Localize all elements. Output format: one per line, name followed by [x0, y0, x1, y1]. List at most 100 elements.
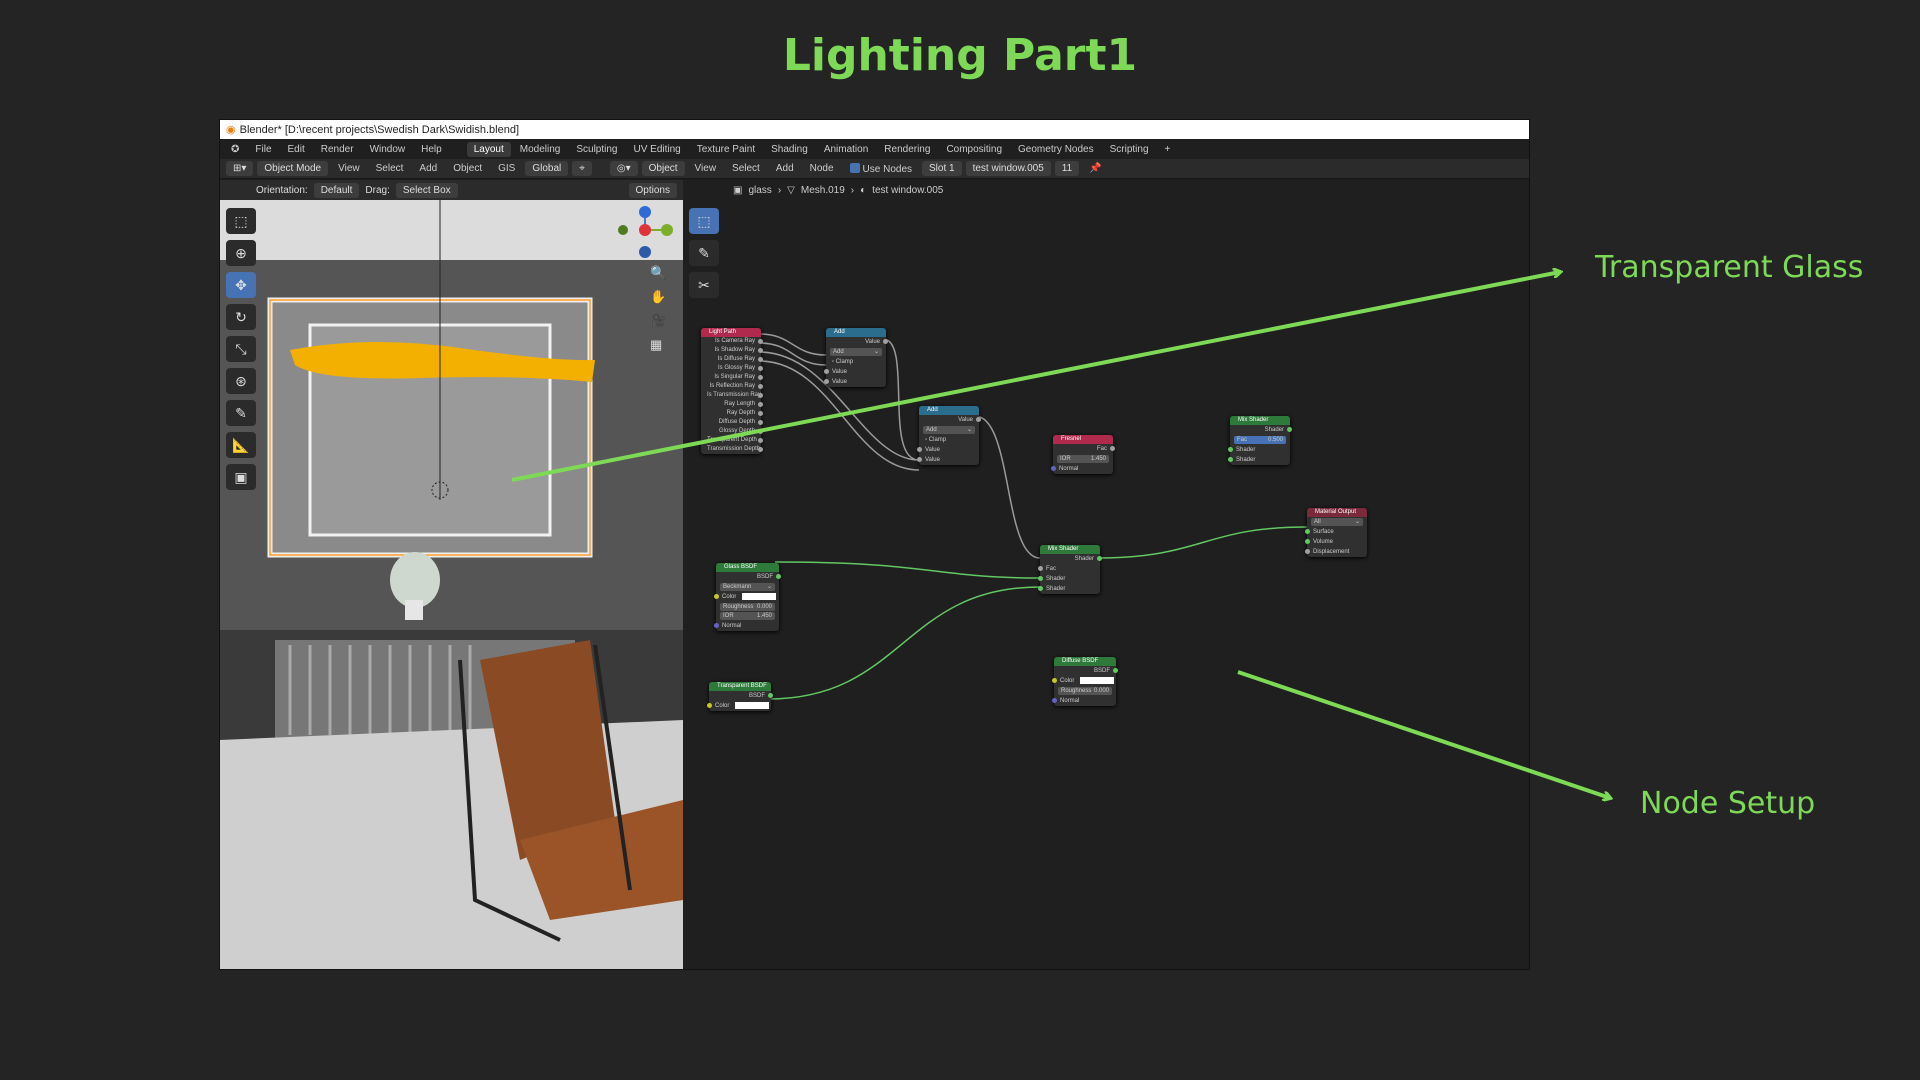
node-add-1[interactable]: Add Value Add ⌄ ▫ Clamp Value Value — [824, 328, 888, 387]
node-output: Value — [826, 337, 888, 347]
color-input[interactable]: Color — [707, 701, 771, 711]
node-transparent-bsdf[interactable]: Transparent BSDF BSDF Color — [707, 682, 773, 711]
node-input: Value — [824, 367, 886, 377]
target-dropdown[interactable]: All ⌄ — [1311, 518, 1363, 526]
editor-header-bar: ⊞▾ Object Mode View Select Add Object GI… — [220, 159, 1529, 179]
node-menu-select[interactable]: Select — [726, 161, 766, 176]
select-box-icon[interactable]: ⬚ — [226, 208, 256, 234]
node-mix-shader-main[interactable]: Mix Shader Shader Fac Shader Shader — [1038, 545, 1102, 594]
pin-icon[interactable]: 📌 — [1083, 161, 1107, 176]
menu-render[interactable]: Render — [314, 142, 361, 157]
tab-layout[interactable]: Layout — [466, 141, 511, 157]
shader-node-editor[interactable]: ▣ glass › ▽ Mesh.019 › ◐ test window.005… — [683, 180, 1529, 969]
viewport-perspective-label: User Perspective — [276, 209, 353, 220]
node-input: Fac — [1038, 564, 1100, 574]
viewport-menu-gis[interactable]: GIS — [492, 161, 521, 176]
slot-dropdown[interactable]: Slot 1 — [922, 161, 962, 176]
transform-orientation-dropdown[interactable]: Global — [525, 161, 569, 176]
clamp-checkbox[interactable]: ▫ Clamp — [919, 435, 979, 445]
add-workspace-icon[interactable]: + — [1158, 142, 1178, 157]
viewport-menu-view[interactable]: View — [332, 161, 366, 176]
menu-help[interactable]: Help — [414, 142, 449, 157]
tab-texture-paint[interactable]: Texture Paint — [690, 142, 762, 157]
scale-icon[interactable]: ⤡ — [226, 336, 256, 362]
color-input[interactable]: Color — [1052, 676, 1116, 686]
roughness-field[interactable]: Roughness 0.000 — [720, 603, 775, 611]
node-output: Diffuse Depth — [701, 418, 763, 427]
orientation-dropdown[interactable]: Default — [313, 182, 360, 198]
menu-window[interactable]: Window — [363, 142, 413, 157]
viewport-menu-select[interactable]: Select — [370, 161, 410, 176]
editor-type-icon[interactable]: ⊞▾ — [226, 161, 254, 176]
move-icon[interactable]: ✥ — [226, 272, 256, 298]
viewport-render — [220, 200, 683, 969]
snap-icon[interactable]: ⌖ — [572, 161, 592, 176]
use-nodes-checkbox[interactable]: Use Nodes — [844, 161, 918, 177]
blender-menu-icon[interactable]: ✪ — [224, 142, 246, 157]
tab-uv-editing[interactable]: UV Editing — [626, 142, 687, 157]
tab-compositing[interactable]: Compositing — [939, 142, 1009, 157]
viewport-menu-object[interactable]: Object — [447, 161, 488, 176]
node-input: Value — [917, 445, 979, 455]
node-menu-node[interactable]: Node — [804, 161, 840, 176]
cursor-icon[interactable]: ⊕ — [226, 240, 256, 266]
annotate-icon[interactable]: ✎ — [226, 400, 256, 426]
options-dropdown[interactable]: Options — [628, 182, 677, 198]
node-material-output[interactable]: Material Output All ⌄ Surface Volume Disp… — [1305, 508, 1367, 557]
distribution-dropdown[interactable]: Beckmann ⌄ — [720, 583, 775, 591]
rotate-icon[interactable]: ↻ — [226, 304, 256, 330]
tab-shading[interactable]: Shading — [764, 142, 815, 157]
clamp-checkbox[interactable]: ▫ Clamp — [826, 357, 886, 367]
ior-field[interactable]: IOR 1.450 — [1057, 455, 1109, 463]
node-output: BSDF — [716, 572, 781, 582]
operation-dropdown[interactable]: Add ⌄ — [830, 348, 882, 356]
operation-dropdown[interactable]: Add ⌄ — [923, 426, 975, 434]
menu-edit[interactable]: Edit — [281, 142, 312, 157]
zoom-icon[interactable]: 🔍 — [650, 265, 666, 281]
node-diffuse-bsdf[interactable]: Diffuse BSDF BSDF Color Roughness 0.000 N… — [1052, 657, 1118, 706]
tab-geometry-nodes[interactable]: Geometry Nodes — [1011, 142, 1101, 157]
object-mode-dropdown[interactable]: Object Mode — [257, 161, 329, 176]
node-fresnel[interactable]: Fresnel Fac IOR 1.450 Normal — [1051, 435, 1115, 474]
node-output: Is Camera Ray — [701, 337, 763, 346]
color-input[interactable]: Color — [714, 592, 779, 602]
3d-viewport[interactable]: Orientation: Default Drag: Select Box Op… — [220, 180, 683, 969]
tab-scripting[interactable]: Scripting — [1103, 142, 1156, 157]
fac-field[interactable]: Fac 0.500 — [1234, 436, 1286, 444]
material-users-count[interactable]: 11 — [1054, 161, 1080, 176]
viewport-menu-add[interactable]: Add — [413, 161, 443, 176]
node-header: Light Path — [701, 328, 761, 337]
tab-modeling[interactable]: Modeling — [513, 142, 568, 157]
node-header: Add — [919, 406, 979, 415]
ior-field[interactable]: IOR 1.450 — [720, 612, 775, 620]
node-mix-shader-top[interactable]: Mix Shader Shader Fac 0.500 Shader Shader — [1228, 416, 1292, 465]
node-links — [758, 333, 1308, 700]
tab-animation[interactable]: Animation — [817, 142, 875, 157]
node-glass-bsdf[interactable]: Glass BSDF BSDF Beckmann ⌄ Color Roughnes… — [714, 563, 781, 631]
viewport-tool-header: Orientation: Default Drag: Select Box Op… — [220, 180, 683, 200]
node-menu-add[interactable]: Add — [770, 161, 800, 176]
callout-node-setup: Node Setup — [1640, 786, 1816, 821]
node-menu-view[interactable]: View — [689, 161, 723, 176]
roughness-field[interactable]: Roughness 0.000 — [1058, 687, 1112, 695]
camera-icon[interactable]: 🎥 — [650, 313, 666, 329]
material-name-field[interactable]: test window.005 — [965, 161, 1051, 176]
pan-hand-icon[interactable]: ✋ — [650, 289, 666, 305]
measure-icon[interactable]: 📐 — [226, 432, 256, 458]
node-output: Is Reflection Ray — [701, 382, 763, 391]
node-light-path[interactable]: Light Path Is Camera Ray Is Shadow Ray Is … — [701, 328, 763, 454]
navigation-gizmo[interactable] — [610, 202, 680, 262]
node-input: Value — [917, 455, 979, 465]
drag-dropdown[interactable]: Select Box — [395, 182, 458, 198]
menu-file[interactable]: File — [248, 142, 278, 157]
grid-icon[interactable]: ▦ — [650, 337, 666, 353]
tab-sculpting[interactable]: Sculpting — [569, 142, 624, 157]
node-add-2[interactable]: Add Value Add ⌄ ▫ Clamp Value Value — [917, 406, 981, 465]
tab-rendering[interactable]: Rendering — [877, 142, 937, 157]
transform-icon[interactable]: ⊛ — [226, 368, 256, 394]
node-output: BSDF — [1054, 666, 1118, 676]
add-cube-icon[interactable]: ▣ — [226, 464, 256, 490]
window-title: Blender* [D:\recent projects\Swedish Dar… — [239, 123, 520, 136]
shader-type-dropdown[interactable]: Object — [641, 161, 685, 176]
node-editor-type-icon[interactable]: ◎▾ — [609, 161, 638, 176]
